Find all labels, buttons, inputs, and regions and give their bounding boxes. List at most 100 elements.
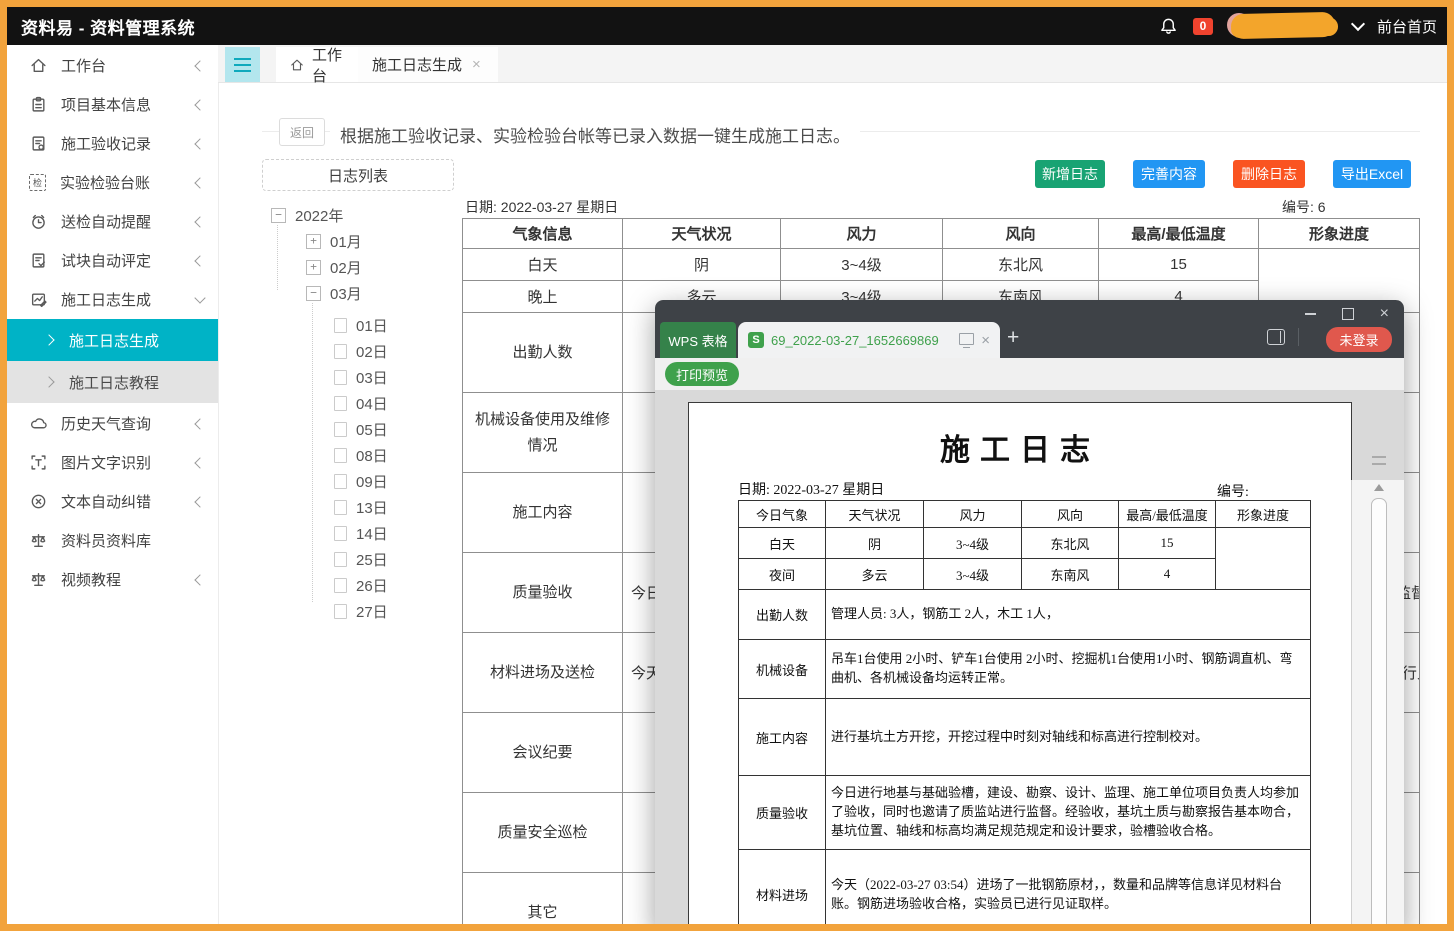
document-pencil-icon (29, 291, 47, 309)
screen: 资料易 - 资料管理系统 0 前台首页 工作台 项目基本信息 (0, 0, 1454, 931)
sidebar-item-log-generation[interactable]: 施工日志生成 (7, 280, 218, 319)
chevron-left-icon (194, 457, 205, 468)
document-title: 施工日志 (689, 425, 1351, 469)
scrollbar[interactable] (1351, 480, 1404, 931)
front-home-link[interactable]: 前台首页 (1377, 16, 1437, 37)
tree-node-month[interactable]: −03月 (306, 283, 362, 303)
collapse-icon[interactable]: − (271, 208, 286, 223)
tree-node-day[interactable]: 08日 (334, 445, 388, 465)
text-recognition-icon (29, 454, 47, 472)
split-handle-icon[interactable] (1372, 456, 1386, 465)
serial-label: 编号: 6 (1282, 197, 1326, 217)
sidebar-item-text-correction[interactable]: 文本自动纠错 (7, 482, 218, 521)
expand-icon[interactable]: + (306, 234, 321, 249)
wps-document-tab[interactable]: S 69_2022-03-27_1652669869 × (738, 322, 1000, 358)
tree-node-month[interactable]: +01月 (306, 231, 362, 251)
sidebar-item-acceptance-records[interactable]: 施工验收记录 (7, 124, 218, 163)
scales-icon (29, 532, 47, 550)
arrow-right-icon (43, 334, 54, 345)
bell-icon[interactable] (1159, 16, 1179, 36)
expand-icon[interactable]: + (306, 260, 321, 275)
sidebar-subitem-log-generation[interactable]: 施工日志生成 (7, 319, 218, 361)
document-gear-icon (29, 135, 47, 153)
user-menu[interactable] (1227, 12, 1339, 40)
tree-node-day[interactable]: 26日 (334, 575, 388, 595)
sidebar-item-ocr[interactable]: 图片文字识别 (7, 443, 218, 482)
home-icon (29, 57, 47, 75)
file-icon (334, 578, 347, 593)
tree-node-day[interactable]: 13日 (334, 497, 388, 517)
notification-badge[interactable]: 0 (1193, 18, 1213, 35)
close-icon[interactable]: × (981, 333, 990, 348)
tree-node-day[interactable]: 09日 (334, 471, 388, 491)
sidebar-item-lab-ledger[interactable]: 检 实验检验台账 (7, 163, 218, 202)
tree-node-day[interactable]: 25日 (334, 549, 388, 569)
minimize-icon[interactable] (1305, 313, 1316, 315)
document-page: 施工日志 日期: 2022-03-27 星期日 编号: 今日气象 天气状况 风力… (688, 402, 1352, 931)
sidebar-subitem-log-tutorial[interactable]: 施工日志教程 (7, 361, 218, 403)
tree-node-year[interactable]: −2022年 (271, 205, 343, 225)
scroll-up-icon[interactable] (1374, 484, 1384, 491)
tree-node-day[interactable]: 05日 (334, 419, 388, 439)
close-icon[interactable]: × (1380, 306, 1389, 322)
maximize-icon[interactable] (1342, 308, 1354, 320)
chevron-left-icon (194, 138, 205, 149)
wps-title-bar: × WPS 表格 S 69_2022-03-27_1652669869 × + … (655, 300, 1404, 358)
wps-window: × WPS 表格 S 69_2022-03-27_1652669869 × + … (655, 300, 1404, 931)
tree-node-day[interactable]: 03日 (334, 367, 388, 387)
chevron-left-icon (194, 255, 205, 266)
divider (1298, 328, 1299, 346)
clipboard-icon (29, 96, 47, 114)
document-check-icon (29, 252, 47, 270)
sidebar-item-test-reminder[interactable]: 送检自动提醒 (7, 202, 218, 241)
delete-log-button[interactable]: 删除日志 (1233, 160, 1305, 188)
table-row: 出勤人数管理人员: 3人，钢筋工 2人，木工 1人， (739, 590, 1311, 640)
tree-node-day[interactable]: 14日 (334, 523, 388, 543)
tab-list-icon[interactable] (225, 47, 260, 82)
inspect-box-icon: 检 (29, 174, 46, 191)
back-button[interactable]: 返回 (279, 118, 325, 146)
sidebar-item-block-evaluation[interactable]: 试块自动评定 (7, 241, 218, 280)
improve-content-button[interactable]: 完善内容 (1133, 160, 1205, 188)
file-icon (334, 474, 347, 489)
sidebar-item-weather-history[interactable]: 历史天气查询 (7, 404, 218, 443)
file-icon (334, 500, 347, 515)
sidebar-item-video-tutorial[interactable]: 视频教程 (7, 560, 218, 599)
add-log-button[interactable]: 新增日志 (1035, 160, 1105, 188)
tree-node-month[interactable]: +02月 (306, 257, 362, 277)
chevron-left-icon (194, 574, 205, 585)
weather-row-day: 白天 阴 3~4级 东北风 15 (463, 249, 1420, 281)
file-icon (334, 396, 347, 411)
not-logged-in-button[interactable]: 未登录 (1326, 327, 1392, 352)
tab-log-generation[interactable]: 施工日志生成 × (358, 47, 498, 82)
print-preview-button[interactable]: 打印预览 (665, 362, 739, 386)
chevron-down-icon (194, 292, 205, 303)
sidebar-toggle-icon[interactable] (1267, 329, 1285, 345)
wps-app-button[interactable]: WPS 表格 (660, 322, 736, 358)
spreadsheet-file-icon: S (748, 332, 764, 348)
sidebar-item-project-info[interactable]: 项目基本信息 (7, 85, 218, 124)
file-icon (334, 448, 347, 463)
scrollbar-thumb[interactable] (1371, 498, 1387, 931)
sidebar: 工作台 项目基本信息 施工验收记录 检 实验检验台账 送检自动提醒 试块自动评定… (7, 45, 219, 924)
tree-node-day[interactable]: 27日 (334, 601, 388, 621)
collapse-icon[interactable]: − (306, 286, 321, 301)
chevron-left-icon (194, 99, 205, 110)
tab-workbench[interactable]: 工作台 (276, 47, 358, 82)
tree-node-day[interactable]: 02日 (334, 341, 388, 361)
chevron-down-icon[interactable] (1351, 17, 1365, 31)
new-tab-icon[interactable]: + (1007, 326, 1019, 350)
scales-icon (29, 571, 47, 589)
chevron-left-icon (194, 418, 205, 429)
app-title: 资料易 - 资料管理系统 (21, 14, 195, 39)
date-label: 日期: 2022-03-27 星期日 (465, 197, 618, 217)
chevron-left-icon (194, 177, 205, 188)
redacted-username (1231, 12, 1336, 39)
tree-node-day[interactable]: 04日 (334, 393, 388, 413)
top-bar: 资料易 - 资料管理系统 0 前台首页 (7, 7, 1447, 45)
export-excel-button[interactable]: 导出Excel (1333, 160, 1411, 188)
tree-node-day[interactable]: 01日 (334, 315, 388, 335)
close-icon[interactable]: × (472, 56, 481, 73)
sidebar-item-workbench[interactable]: 工作台 (7, 46, 218, 85)
sidebar-item-clerk-library[interactable]: 资料员资料库 (7, 521, 218, 560)
